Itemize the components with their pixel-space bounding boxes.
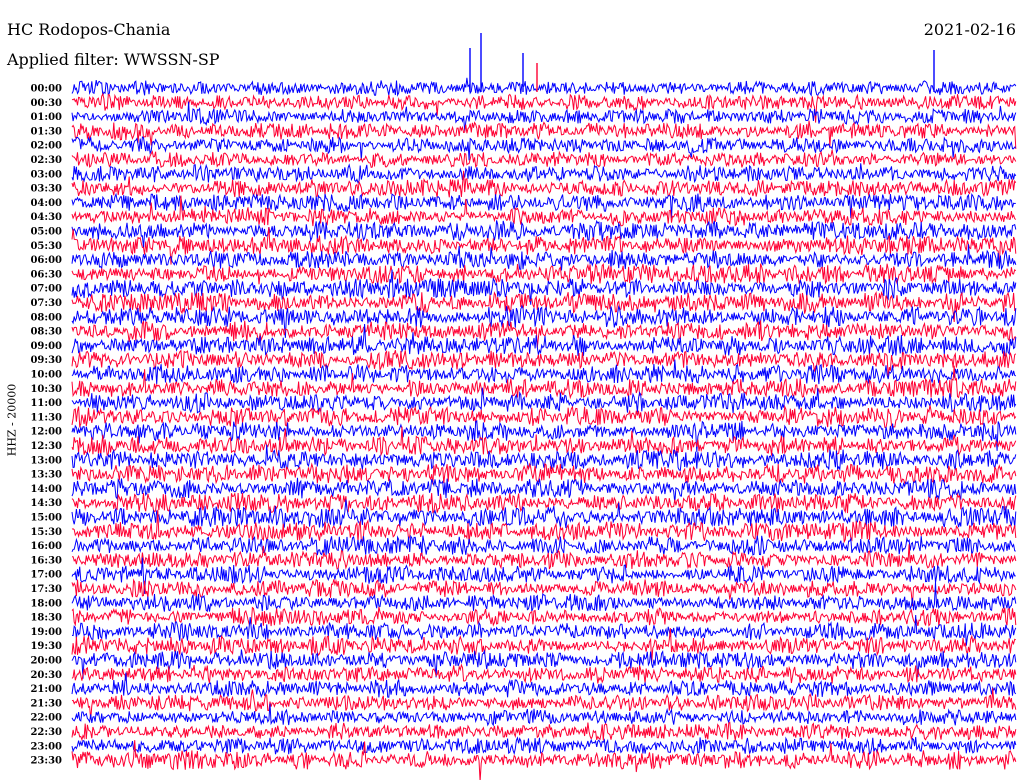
row-label: 00:00 [30, 84, 62, 95]
row-label: 20:00 [30, 656, 62, 667]
row-label: 10:30 [30, 384, 62, 395]
filter-label: Applied filter: WWSSN-SP [7, 50, 220, 69]
row-label: 03:30 [30, 184, 62, 195]
trace-row-0000 [71, 77, 1017, 97]
row-label: 13:00 [30, 455, 62, 466]
row-label: 14:00 [30, 484, 62, 495]
row-label: 05:00 [30, 227, 62, 238]
row-label: 23:00 [30, 741, 62, 752]
row-label: 08:00 [30, 312, 62, 323]
row-label: 18:30 [30, 613, 62, 624]
row-label: 11:30 [30, 412, 62, 423]
trace-row-1400 [71, 477, 1017, 503]
row-label: 22:30 [30, 727, 62, 738]
row-label: 12:00 [30, 427, 62, 438]
helicorder-plot: 00:00 00:30 01:00 01:30 02:00 02:30 03:00 03:30… [30, 33, 1017, 780]
row-label: 08:30 [30, 327, 62, 338]
trace-row-0230 [71, 149, 1017, 169]
row-label: 11:00 [30, 398, 62, 409]
trace-row-1130 [71, 404, 1017, 429]
trace-row-2030 [71, 663, 1017, 684]
trace-row-0300 [71, 163, 1017, 184]
trace-layer [71, 33, 1017, 780]
trace-row-1300 [71, 444, 1017, 472]
row-label: 03:00 [30, 169, 62, 180]
row-label: 17:30 [30, 584, 62, 595]
row-label: 18:00 [30, 598, 62, 609]
row-label: 21:30 [30, 698, 62, 709]
row-label: 10:00 [30, 370, 62, 381]
row-label: 02:00 [30, 141, 62, 152]
row-label: 04:00 [30, 198, 62, 209]
row-label: 05:30 [30, 241, 62, 252]
row-label: 19:30 [30, 641, 62, 652]
row-label: 09:30 [30, 355, 62, 366]
row-label: 00:30 [30, 98, 62, 109]
row-label: 12:30 [30, 441, 62, 452]
trace-row-2230 [71, 721, 1017, 742]
row-label: 14:30 [30, 498, 62, 509]
trace-row-1830 [71, 606, 1017, 627]
row-label: 13:30 [30, 470, 62, 481]
trace-row-0030 [71, 92, 1017, 123]
row-label: 06:00 [30, 255, 62, 266]
row-label: 09:00 [30, 341, 62, 352]
row-label: 23:30 [30, 756, 62, 767]
row-label: 07:00 [30, 284, 62, 295]
row-label: 02:30 [30, 155, 62, 166]
row-label: 22:00 [30, 713, 62, 724]
row-label: 20:30 [30, 670, 62, 681]
row-label: 16:30 [30, 555, 62, 566]
trace-row-0800 [71, 304, 1017, 338]
row-label: 07:30 [30, 298, 62, 309]
row-label: 04:30 [30, 212, 62, 223]
trace-row-1230 [71, 426, 1017, 457]
trace-row-0630 [71, 263, 1017, 285]
row-label-layer: 00:00 00:30 01:00 01:30 02:00 02:30 03:00 03:30… [30, 84, 62, 767]
row-label: 21:00 [30, 684, 62, 695]
trace-row-0900 [71, 323, 1017, 357]
row-label: 19:00 [30, 627, 62, 638]
row-label: 15:30 [30, 527, 62, 538]
row-label: 16:00 [30, 541, 62, 552]
row-label: 06:30 [30, 269, 62, 280]
trace-row-1600 [71, 534, 1016, 556]
row-label: 17:00 [30, 570, 62, 581]
trace-row-1700 [71, 557, 1016, 594]
row-label: 01:30 [30, 126, 62, 137]
row-label: 15:00 [30, 513, 62, 524]
row-label: 01:00 [30, 112, 62, 123]
